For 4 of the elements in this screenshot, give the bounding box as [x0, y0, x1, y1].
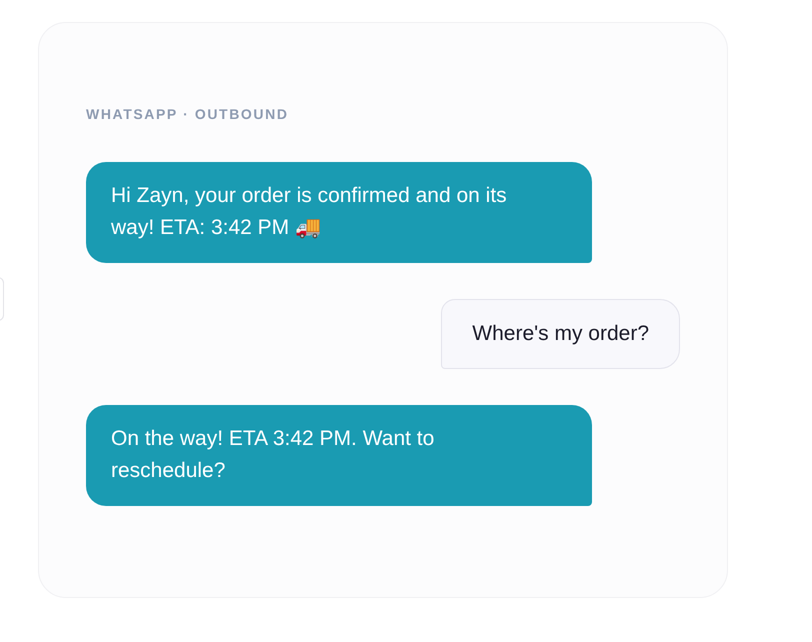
channel-label: WHATSAPP · OUTBOUND [86, 105, 289, 123]
message-text: On the way! ETA 3:42 PM. Want to reschedule? [111, 427, 434, 482]
message-text: Where's my order? [472, 322, 649, 345]
message-text: Hi Zayn, your order is confirmed and on its way! ETA: 3:42 PM 🚚 [111, 184, 507, 239]
